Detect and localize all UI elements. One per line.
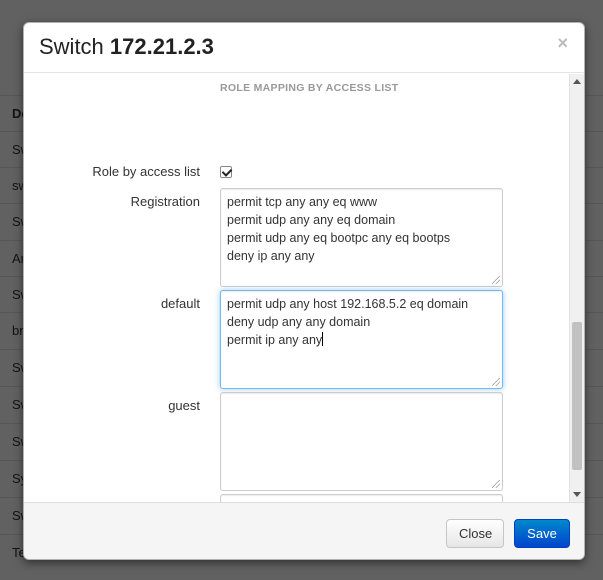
role-label-guest: guest bbox=[168, 398, 200, 413]
scroll-up-icon[interactable] bbox=[573, 79, 581, 84]
close-icon[interactable]: × bbox=[557, 33, 568, 54]
role-label-registration: Registration bbox=[130, 194, 200, 209]
modal-scrollbar[interactable] bbox=[569, 74, 584, 502]
role-by-acl-label: Role by access list bbox=[92, 164, 200, 179]
scroll-thumb[interactable] bbox=[572, 322, 582, 470]
acl-textarea-default[interactable]: permit udp any host 192.168.5.2 eq domai… bbox=[220, 290, 503, 389]
acl-text: permit udp any host 192.168.5.2 eq domai… bbox=[227, 297, 469, 347]
scroll-down-icon[interactable] bbox=[573, 492, 581, 497]
text-caret bbox=[322, 332, 324, 346]
modal-body[interactable]: ROLE MAPPING BY ACCESS LIST Role by acce… bbox=[24, 74, 584, 502]
acl-textarea-registration[interactable]: permit tcp any any eq www permit udp any… bbox=[220, 188, 503, 287]
role-label-default: default bbox=[160, 296, 200, 311]
resize-handle-icon[interactable] bbox=[492, 480, 500, 488]
role-by-acl-checkbox[interactable] bbox=[220, 166, 232, 178]
acl-textarea-guest[interactable] bbox=[220, 392, 503, 491]
save-button[interactable]: Save bbox=[514, 519, 570, 548]
acl-text: permit tcp any any eq www permit udp any… bbox=[227, 195, 451, 263]
modal-footer: Close Save bbox=[24, 502, 584, 559]
modal-title-ip: 172.21.2.3 bbox=[109, 34, 214, 59]
modal-header: Switch 172.21.2.3 × bbox=[24, 23, 584, 73]
resize-handle-icon[interactable] bbox=[492, 378, 500, 386]
acl-textarea-gaming[interactable] bbox=[220, 494, 503, 502]
switch-modal: Switch 172.21.2.3 × ROLE MAPPING BY ACCE… bbox=[23, 22, 585, 560]
close-button[interactable]: Close bbox=[446, 519, 504, 548]
resize-handle-icon[interactable] bbox=[492, 276, 500, 284]
modal-title: Switch 172.21.2.3 bbox=[39, 34, 214, 60]
section-title: ROLE MAPPING BY ACCESS LIST bbox=[220, 82, 399, 94]
modal-title-prefix: Switch bbox=[39, 34, 104, 59]
